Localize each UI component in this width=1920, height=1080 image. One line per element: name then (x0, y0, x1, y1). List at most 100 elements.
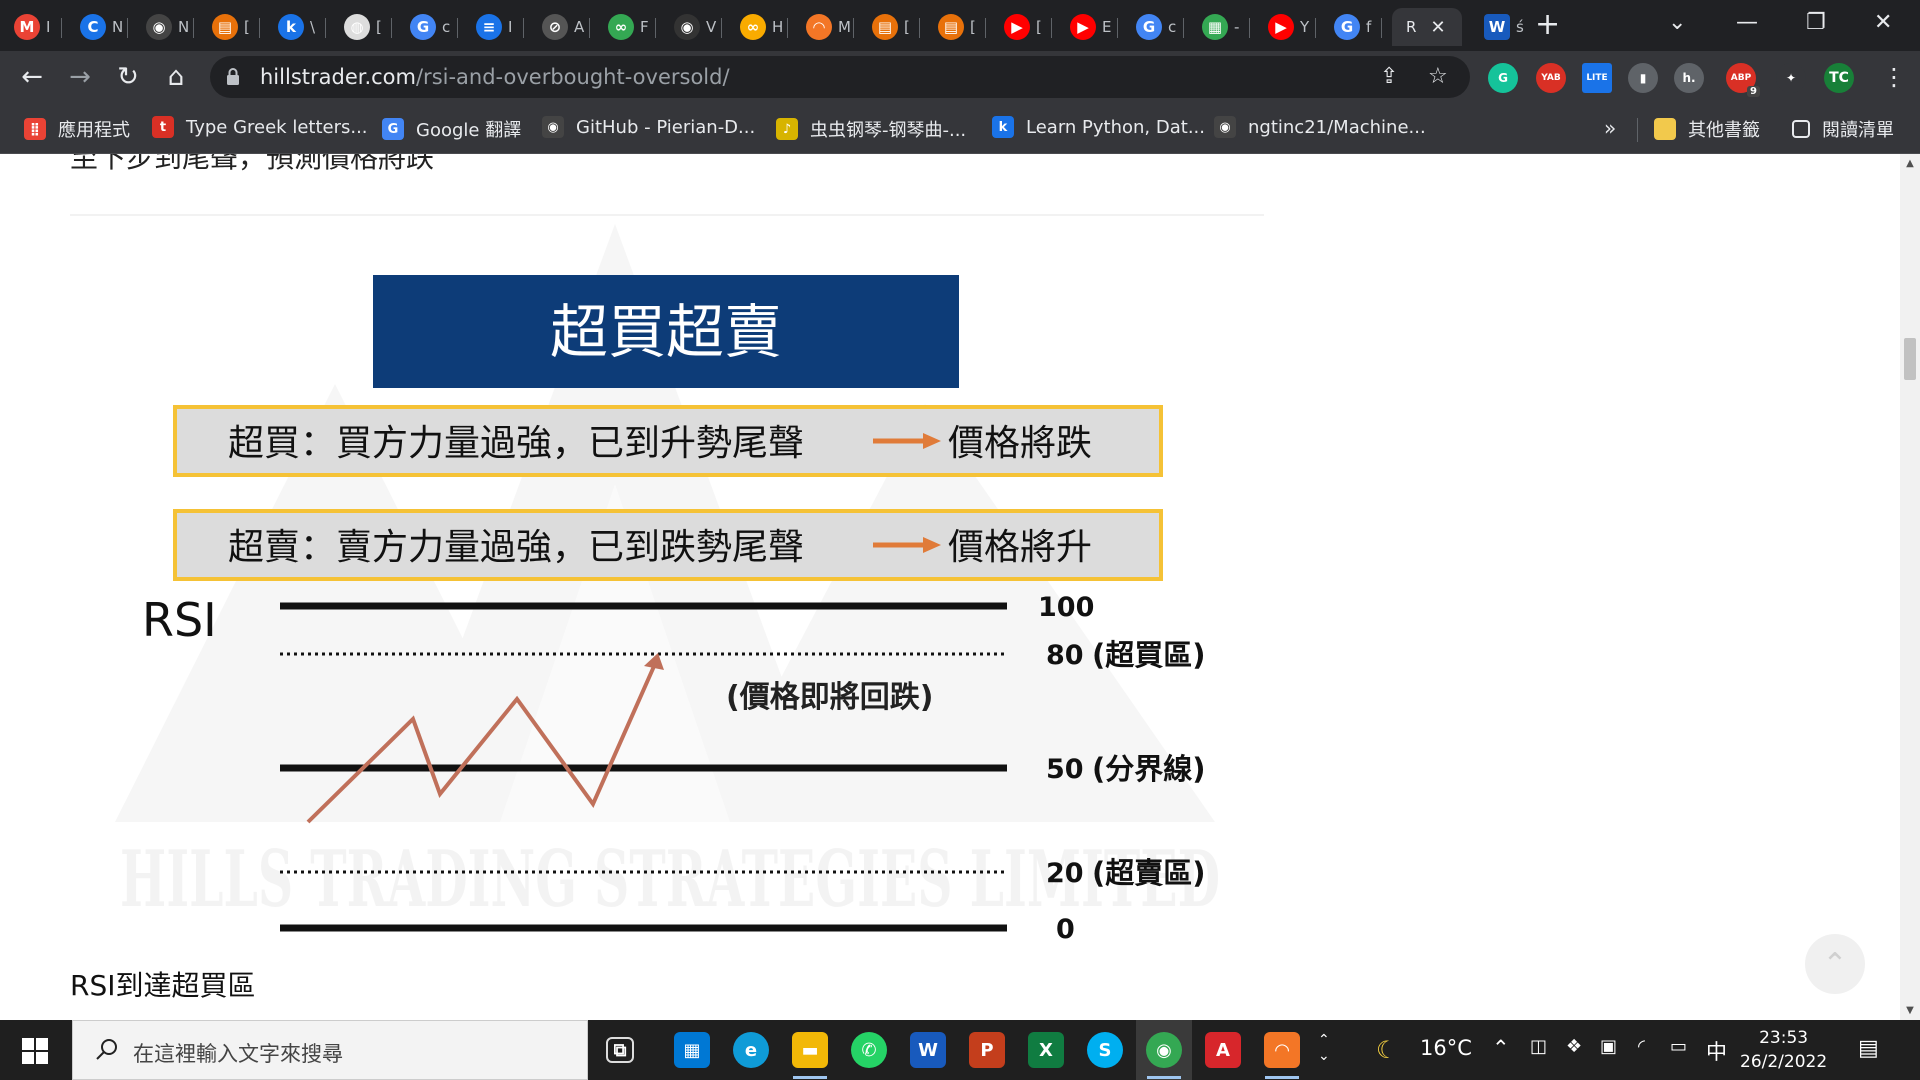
bookmark-item[interactable]: G Google 翻譯 (382, 116, 521, 142)
browser-tab[interactable]: MI (0, 8, 62, 46)
page-scrollbar[interactable]: ▲ ▼ (1900, 154, 1920, 1020)
lite-icon[interactable]: LITE (1582, 63, 1612, 93)
browser-tab[interactable]: ≡ I (462, 8, 524, 46)
browser-tab[interactable]: ▤[ (924, 8, 986, 46)
h-icon[interactable]: h. (1674, 63, 1704, 93)
meet-now-icon[interactable]: ◫ (1530, 1036, 1547, 1057)
browser-tab[interactable]: k \ (264, 8, 326, 46)
k-app-icon: k (278, 14, 304, 40)
browser-tab[interactable]: ◉ N (132, 8, 194, 46)
active-browser-tab[interactable]: R ✕ (1392, 8, 1462, 46)
browser-tab[interactable]: ◍[ (330, 8, 392, 46)
browser-tab[interactable]: Gc (1122, 8, 1184, 46)
forward-button[interactable]: → (62, 59, 98, 95)
browser-tab[interactable]: ⊘ A (528, 8, 590, 46)
show-hidden-icons[interactable]: ⌃ (1492, 1036, 1510, 1060)
tab-title: c (442, 18, 451, 36)
scroll-thumb[interactable] (1904, 338, 1916, 380)
scroll-up-arrow[interactable]: ▲ (1900, 158, 1920, 169)
green-leaf-icon: ∞ (608, 14, 634, 40)
excel-icon[interactable]: X (1028, 1032, 1064, 1068)
edge-icon[interactable]: e (733, 1032, 769, 1068)
jupyter-icon[interactable]: ◠ (1264, 1032, 1300, 1068)
browser-tab[interactable]: Gf (1320, 8, 1382, 46)
yab-icon[interactable]: YAB (1536, 63, 1566, 93)
office-icon[interactable]: ▮ (1628, 63, 1658, 93)
browser-tab[interactable]: ∞ H (726, 8, 788, 46)
scroll-to-top-button[interactable]: ⌃ (1805, 934, 1865, 994)
close-window-button[interactable]: ✕ (1874, 10, 1892, 35)
browser-tab[interactable]: ▶ Y (1254, 8, 1316, 46)
chrome-icon[interactable]: ◉ (1146, 1032, 1182, 1068)
map-icon: ▦ (1202, 14, 1228, 40)
weather-moon-icon[interactable]: ☾ (1376, 1036, 1398, 1064)
browser-tab[interactable]: CN (66, 8, 128, 46)
figure-title: 超買超賣 (550, 298, 782, 366)
browser-tab[interactable]: ∞ F (594, 8, 656, 46)
url-text[interactable]: hillstrader.com/rsi-and-overbought-overs… (260, 65, 730, 89)
profile-avatar[interactable]: TC (1824, 63, 1854, 93)
browser-tab[interactable]: ▤[ (198, 8, 260, 46)
browser-tab[interactable]: ▦ - (1188, 8, 1250, 46)
bookmark-label: ngtinc21/Machine... (1248, 116, 1426, 138)
skype-icon[interactable]: S (1087, 1032, 1123, 1068)
new-tab-button[interactable]: + (1535, 9, 1560, 41)
reading-list-label: 閱讀清單 (1822, 120, 1894, 141)
home-button[interactable]: ⌂ (158, 59, 194, 95)
youtube-icon: ▶ (1070, 14, 1096, 40)
bookmark-star-icon[interactable]: ☆ (1428, 64, 1448, 89)
share-icon[interactable]: ⇪ (1380, 64, 1398, 89)
input-method-indicator[interactable]: 中 (1706, 1036, 1727, 1066)
windows-start-button[interactable] (22, 1038, 48, 1064)
address-bar[interactable]: hillstrader.com/rsi-and-overbought-overs… (210, 56, 1470, 98)
word-icon[interactable]: W (910, 1032, 946, 1068)
file-explorer-icon[interactable]: ▬ (792, 1032, 828, 1068)
bookmark-item[interactable]: ◉ ngtinc21/Machine... (1214, 116, 1426, 138)
task-view-icon[interactable]: ⧉ (606, 1037, 634, 1063)
weather-temperature[interactable]: 16°C (1420, 1036, 1472, 1060)
restore-button[interactable]: ❐ (1806, 10, 1826, 35)
dropbox-icon[interactable]: ❖ (1566, 1036, 1582, 1057)
browser-tab[interactable]: ▶[ (990, 8, 1052, 46)
section-caption: RSI到達超買區 (70, 969, 256, 1002)
bookmark-item[interactable]: ◉ GitHub - Pierian-D... (542, 116, 755, 138)
close-tab-icon[interactable]: ✕ (1430, 17, 1445, 38)
acrobat-icon[interactable]: A (1205, 1032, 1241, 1068)
bookmark-item[interactable]: ♪ 虫虫钢琴-钢琴曲-... (776, 116, 966, 142)
browser-tab[interactable]: ◠ M (792, 8, 854, 46)
store-icon[interactable]: ▦ (674, 1032, 710, 1068)
tab-title: ś (1516, 18, 1524, 36)
adblock-icon[interactable]: ABP 9 (1726, 63, 1760, 97)
lock-icon[interactable] (226, 67, 240, 85)
browser-tab[interactable]: Gc (396, 8, 458, 46)
notification-center-icon[interactable]: ▤ (1858, 1036, 1879, 1061)
system-clock[interactable]: 23:53 26/2/2022 (1740, 1026, 1827, 1074)
powerpoint-icon[interactable]: P (969, 1032, 1005, 1068)
taskbar-search-box[interactable]: 在這裡輸入文字來搜尋 (72, 1020, 588, 1080)
back-button[interactable]: ← (14, 59, 50, 95)
browser-tab[interactable]: Wś (1470, 8, 1532, 46)
github-icon: ◉ (542, 116, 564, 138)
minimize-button[interactable]: — (1736, 10, 1758, 35)
wifi-icon[interactable]: ◜ (1638, 1036, 1645, 1057)
other-bookmarks-folder[interactable]: 其他書籤 (1654, 116, 1760, 142)
browser-tab[interactable]: ▤[ (858, 8, 920, 46)
bookmark-item[interactable]: t Type Greek letters... (152, 116, 368, 138)
tab-search-dropdown[interactable]: ⌄ (1668, 10, 1686, 35)
reload-button[interactable]: ↻ (110, 59, 146, 95)
grammarly-icon[interactable]: G (1488, 63, 1518, 93)
reading-list-button[interactable]: 閱讀清單 (1792, 116, 1894, 142)
tray-overflow-arrows[interactable]: ⌃ ⌄ (1318, 1032, 1330, 1064)
bookmark-item[interactable]: ⣿ 應用程式 (24, 116, 130, 142)
bookmark-item[interactable]: k Learn Python, Dat... (992, 116, 1205, 138)
rsi-level-label-20: 20 (1046, 858, 1084, 889)
puzzle-icon[interactable]: ✦ (1776, 63, 1806, 93)
whatsapp-icon[interactable]: ✆ (851, 1032, 887, 1068)
screen-icon[interactable]: ▣ (1600, 1036, 1617, 1057)
chrome-menu-icon[interactable]: ⋮ (1876, 59, 1912, 95)
battery-icon[interactable]: ▭ (1670, 1036, 1687, 1057)
scroll-down-arrow[interactable]: ▼ (1900, 1005, 1920, 1016)
bookmarks-overflow-button[interactable]: » (1604, 116, 1616, 140)
browser-tab[interactable]: ◉ V (660, 8, 722, 46)
browser-tab[interactable]: ▶ E (1056, 8, 1118, 46)
